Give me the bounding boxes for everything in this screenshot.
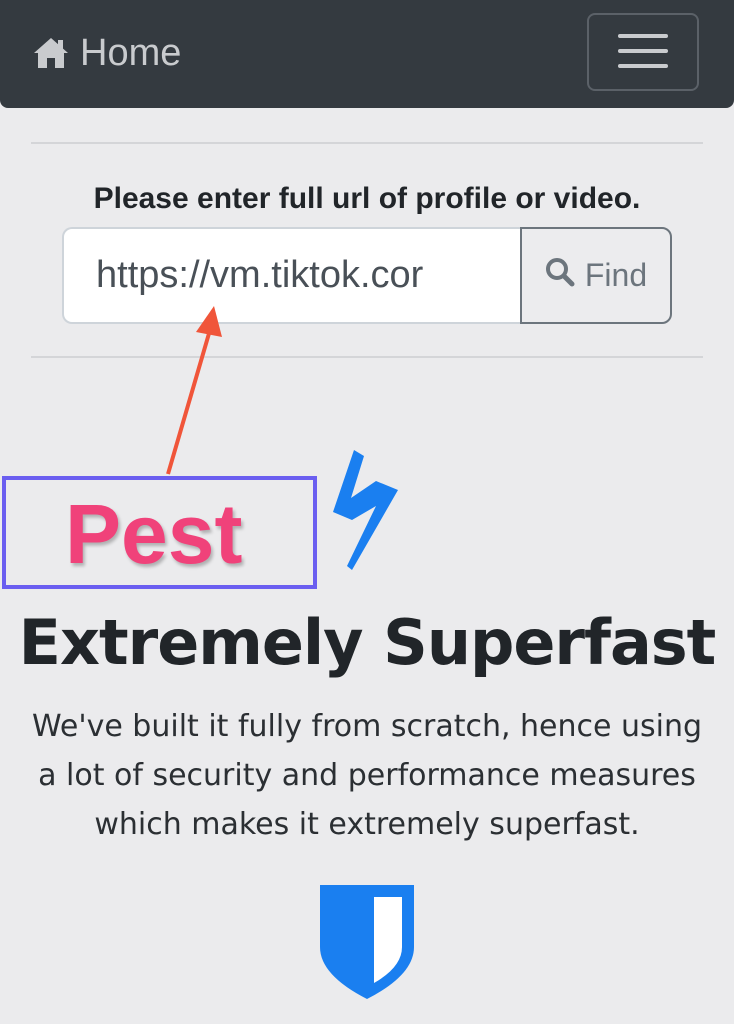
home-icon <box>32 36 70 70</box>
feature-title: Extremely Superfast <box>18 606 717 679</box>
brand-label: Home <box>80 31 182 74</box>
divider <box>31 142 703 144</box>
search-icon <box>545 257 575 295</box>
navbar: Home <box>0 0 734 108</box>
hamburger-menu-icon <box>618 31 668 74</box>
find-button[interactable]: Find <box>520 227 672 324</box>
form-prompt: Please enter full url of profile or vide… <box>93 182 641 215</box>
navbar-toggler-button[interactable] <box>587 13 699 91</box>
home-link[interactable]: Home <box>32 30 181 76</box>
url-search-group: Find <box>62 227 672 324</box>
divider <box>31 356 703 358</box>
find-label: Find <box>584 257 648 293</box>
lightning-bolt-icon <box>330 448 400 577</box>
page: Home Please enter full url of profile or… <box>0 0 734 1024</box>
shield-icon <box>320 885 414 1005</box>
feature-description: We've built it fully from scratch, hence… <box>31 709 703 842</box>
annotation-label: Pest <box>65 487 243 581</box>
url-input[interactable] <box>62 227 522 324</box>
